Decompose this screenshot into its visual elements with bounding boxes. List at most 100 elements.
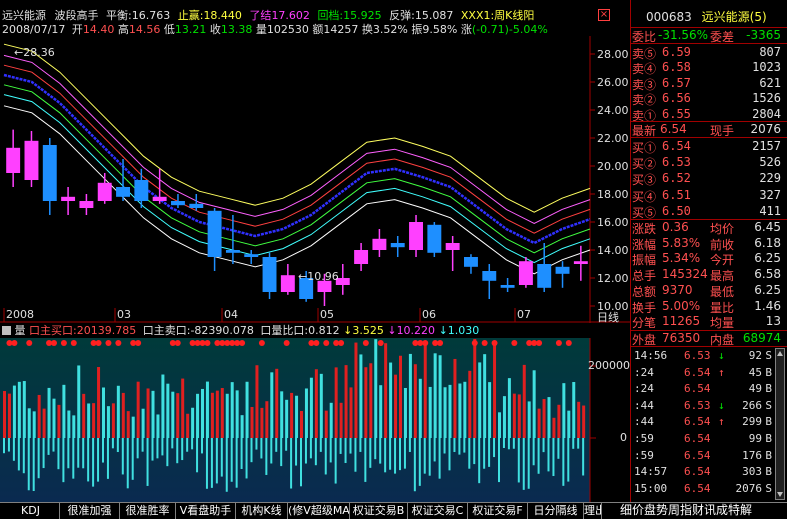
volume-bar <box>438 355 442 438</box>
volume-bar-lower <box>309 438 312 459</box>
open-label: 开 <box>71 23 83 36</box>
volume-bar <box>349 387 353 438</box>
volume-bar <box>324 410 328 438</box>
volume-bar <box>290 392 294 438</box>
volume-chart[interactable] <box>0 338 630 502</box>
buy-row-2[interactable]: 买② 6.53 526 <box>632 154 784 171</box>
volume-bar-lower <box>116 438 119 453</box>
tick-arrow: ↓ <box>718 398 725 412</box>
buy-row-4[interactable]: 买④ 6.51 327 <box>632 187 784 204</box>
signal-dot <box>95 340 102 346</box>
volume-bar-lower <box>423 438 426 474</box>
tab-0[interactable]: KDJ <box>2 502 60 519</box>
max-price-marker: ←28.36 <box>14 46 55 59</box>
volume-bar <box>215 390 219 438</box>
volume-bar <box>57 404 61 438</box>
x-tick-label: 05 <box>320 308 334 321</box>
stat-value: 5.00% <box>662 298 701 313</box>
tab-7[interactable]: 权证交易C <box>408 502 468 519</box>
pullback-label: 回档: <box>317 9 344 22</box>
tab-9[interactable]: 日分隔线 <box>528 502 584 519</box>
volume-bar <box>473 339 477 438</box>
volume-bar-lower <box>215 438 218 484</box>
tab-4[interactable]: 机构K线 <box>236 502 288 519</box>
scroll-down-icon[interactable] <box>777 492 783 498</box>
volume-toggle-label: 量 <box>14 324 26 337</box>
tab-5[interactable]: (修V超级MACD <box>288 502 350 519</box>
tick-scrollbar[interactable] <box>775 348 785 500</box>
tick-volume: 266 <box>742 398 762 412</box>
volume-bar <box>166 383 170 438</box>
sell-row-1-volume: 2804 <box>752 106 781 121</box>
candle-body <box>409 222 423 250</box>
tick-volume: 99 <box>748 432 762 445</box>
volume-bar-lower <box>532 438 535 466</box>
quote-title: 000683 远兴能源(5) <box>646 11 767 24</box>
x-tick-label: 06 <box>422 308 436 321</box>
amplitude-value: 9.58% <box>422 23 458 36</box>
period-label[interactable]: 日线 <box>597 311 619 324</box>
main-buy-label: 口主买口: <box>29 324 77 337</box>
volume-bar <box>67 410 71 438</box>
tick-volume: 92 <box>748 349 762 362</box>
buy-row-5-volume: 411 <box>759 203 781 218</box>
tick-price: 6.54 <box>684 432 711 445</box>
side-tabs[interactable]: 细价盘势周指财讯成特解 <box>620 504 752 517</box>
volume-bar <box>32 411 36 438</box>
signal-dot <box>11 340 18 346</box>
tab-1[interactable]: 很准加强 <box>60 502 120 519</box>
volume-bar-lower <box>488 438 491 467</box>
tab-6[interactable]: 权证交易B <box>350 502 408 519</box>
volume-bar <box>230 382 234 438</box>
signal-dot <box>239 340 246 346</box>
sell-row-1-price: 6.55 <box>662 106 691 121</box>
tick-price: 6.53 <box>684 349 711 362</box>
candle-body <box>171 201 185 206</box>
buy-row-5[interactable]: 买⑤ 6.50 411 <box>632 203 784 220</box>
stat-row: 涨幅 5.83% 前收 6.18 <box>632 236 784 252</box>
signal-dot <box>105 340 112 346</box>
buy-row-3[interactable]: 买③ 6.52 229 <box>632 170 784 187</box>
volume-bar <box>483 354 487 438</box>
volume-bar-lower <box>42 438 45 469</box>
tab-3[interactable]: V看盘助手 <box>176 502 236 519</box>
close-value: 17.602 <box>271 9 310 22</box>
tab-8[interactable]: 权证交易F <box>468 502 528 519</box>
tab-2[interactable]: 很准胜率 <box>120 502 176 519</box>
volume-bar <box>582 405 586 438</box>
volume-bar-lower <box>176 438 179 464</box>
signal-dot <box>362 340 369 346</box>
stat-label: 振幅 <box>632 253 657 268</box>
candle-body <box>61 196 76 201</box>
window-close-icon[interactable]: × <box>598 9 610 21</box>
signal-dot <box>471 340 478 346</box>
volume-bar-lower <box>141 438 144 452</box>
volume-toggle[interactable] <box>2 326 11 335</box>
tick-arrow: ↑ <box>718 415 725 429</box>
rebound-value: 15.087 <box>414 9 454 22</box>
volume-bar <box>408 353 412 438</box>
y-tick-label: 22.00 <box>597 132 629 145</box>
buy-row-3-volume: 229 <box>759 171 781 186</box>
volume-bar <box>354 342 358 438</box>
stat-label-2: 均量 <box>710 316 735 331</box>
volume-bar <box>488 382 492 438</box>
y-tick-label: 18.00 <box>597 188 629 201</box>
tab-10[interactable]: 理出 <box>584 502 602 519</box>
volume-bar-lower <box>324 438 327 475</box>
candle-body <box>500 285 515 288</box>
stat-value-2: 6.25 <box>754 251 781 266</box>
buy-row-2-volume: 526 <box>759 155 781 170</box>
stat-value: 11265 <box>662 314 701 329</box>
volume-bar-lower <box>97 438 100 482</box>
buy-row-1[interactable]: 买① 6.54 2157 <box>632 138 784 155</box>
volume-bar <box>364 367 368 438</box>
volume-bar <box>463 381 467 438</box>
volume-bar <box>339 402 343 438</box>
volume-bar-lower <box>557 438 560 459</box>
tick-volume: 303 <box>742 465 762 479</box>
scroll-up-icon[interactable] <box>777 350 783 356</box>
volume-bar-lower <box>270 438 273 464</box>
ratio-label: 口量比口: <box>260 324 309 337</box>
tick-price: 6.54 <box>684 481 711 495</box>
